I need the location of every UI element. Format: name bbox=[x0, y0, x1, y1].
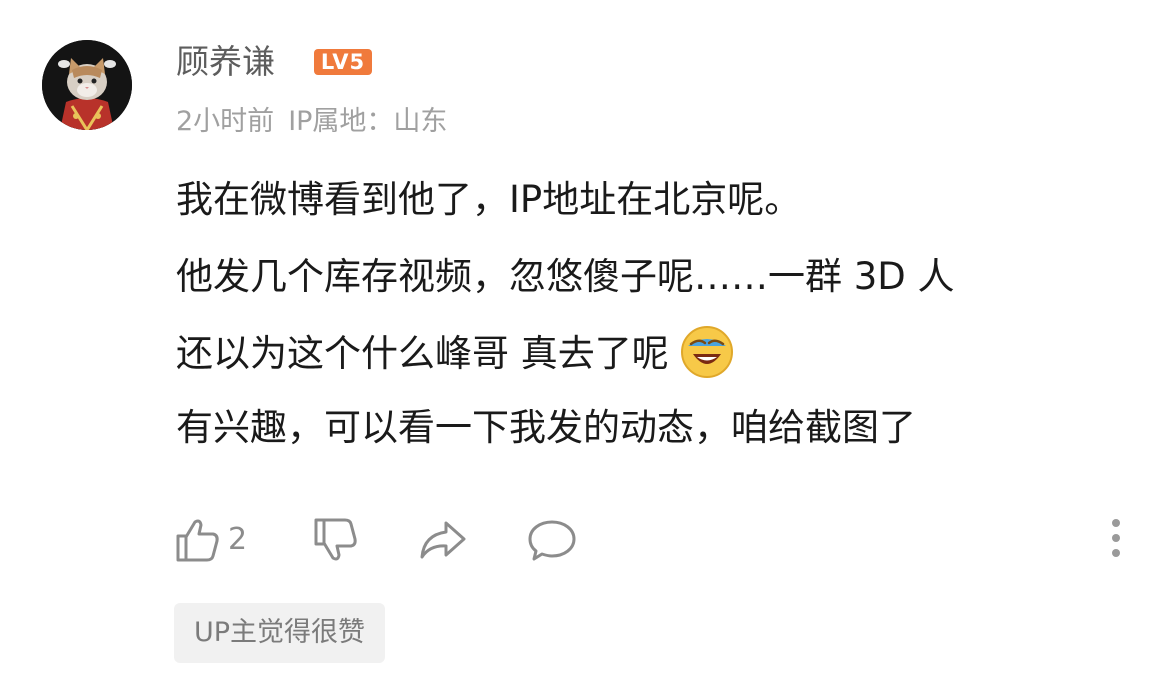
comment-line: 他发几个库存视频，忽悠傻子呢……一群 3D 人 bbox=[176, 255, 955, 298]
comment-line-with-emoji: 还以为这个什么峰哥 真去了呢 bbox=[176, 324, 1136, 398]
comment-line: 有兴趣，可以看一下我发的动态，咱给截图了 bbox=[176, 406, 916, 449]
comment-actions: 2 bbox=[172, 512, 1132, 568]
ip-location: IP属地：山东 bbox=[288, 106, 448, 137]
dislike-button[interactable] bbox=[310, 512, 360, 568]
comment-bubble-icon bbox=[528, 520, 576, 561]
up-liked-tag: UP主觉得很赞 bbox=[174, 603, 386, 663]
cat-avatar-icon bbox=[42, 40, 132, 130]
avatar[interactable] bbox=[42, 40, 132, 130]
comment-card: 顾养谦 LV5 2小时前 IP属地：山东 我在微博看到他了，IP地址在北京呢。 他… bbox=[0, 0, 1170, 685]
comment-time: 2小时前 bbox=[176, 106, 275, 137]
share-icon bbox=[420, 521, 466, 559]
like-count: 2 bbox=[228, 522, 248, 557]
reply-button[interactable] bbox=[526, 512, 578, 568]
username[interactable]: 顾养谦 bbox=[176, 40, 275, 84]
level-badge: LV5 bbox=[314, 49, 372, 75]
thumbs-up-icon bbox=[176, 519, 219, 562]
comment-text: 我在微博看到他了，IP地址在北京呢。 他发几个库存视频，忽悠傻子呢……一群 3D… bbox=[176, 170, 1136, 475]
thumbs-down-icon bbox=[314, 518, 357, 561]
comment-meta: 2小时前 IP属地：山东 bbox=[176, 104, 447, 140]
comment-line: 我在微博看到他了，IP地址在北京呢。 bbox=[176, 178, 802, 221]
like-button[interactable]: 2 bbox=[172, 512, 247, 568]
share-button[interactable] bbox=[416, 512, 470, 568]
more-vertical-icon bbox=[1112, 519, 1120, 557]
comment-line: 还以为这个什么峰哥 真去了呢 bbox=[176, 332, 669, 375]
more-options-button[interactable] bbox=[1104, 516, 1128, 560]
laughing-crying-emoji-icon bbox=[679, 324, 735, 380]
